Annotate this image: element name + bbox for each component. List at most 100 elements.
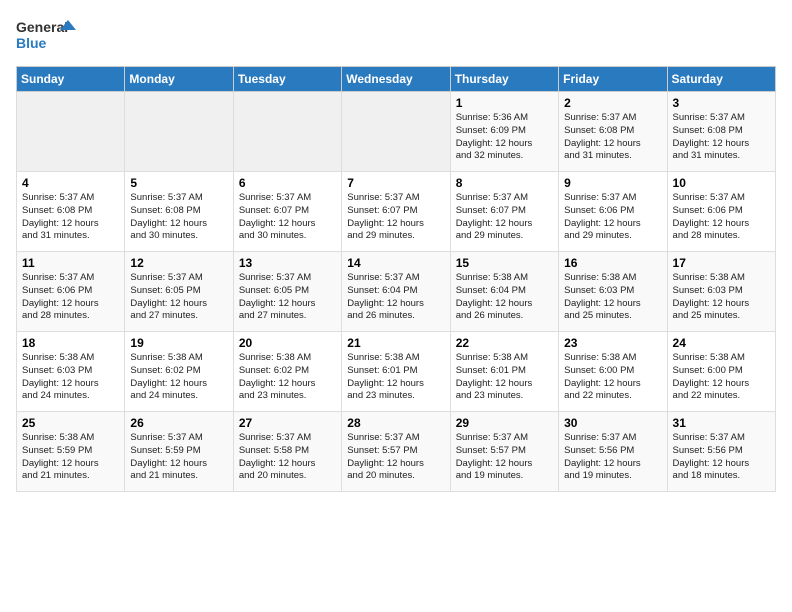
day-info: Sunrise: 5:38 AM Sunset: 5:59 PM Dayligh… xyxy=(22,432,119,483)
day-number: 23 xyxy=(564,336,661,350)
day-info: Sunrise: 5:37 AM Sunset: 5:57 PM Dayligh… xyxy=(347,432,444,483)
day-number: 13 xyxy=(239,256,336,270)
day-info: Sunrise: 5:38 AM Sunset: 6:03 PM Dayligh… xyxy=(673,272,770,323)
day-info: Sunrise: 5:38 AM Sunset: 6:01 PM Dayligh… xyxy=(456,352,553,403)
calendar-cell: 15 Sunrise: 5:38 AM Sunset: 6:04 PM Dayli… xyxy=(450,252,558,332)
calendar-cell: 11 Sunrise: 5:37 AM Sunset: 6:06 PM Dayli… xyxy=(17,252,125,332)
day-info: Sunrise: 5:37 AM Sunset: 6:07 PM Dayligh… xyxy=(347,192,444,243)
calendar-cell: 18 Sunrise: 5:38 AM Sunset: 6:03 PM Dayli… xyxy=(17,332,125,412)
day-info: Sunrise: 5:38 AM Sunset: 6:01 PM Dayligh… xyxy=(347,352,444,403)
day-number: 29 xyxy=(456,416,553,430)
calendar-cell xyxy=(233,92,341,172)
day-info: Sunrise: 5:38 AM Sunset: 6:02 PM Dayligh… xyxy=(239,352,336,403)
calendar-cell: 17 Sunrise: 5:38 AM Sunset: 6:03 PM Dayli… xyxy=(667,252,775,332)
day-number: 27 xyxy=(239,416,336,430)
calendar-cell: 30 Sunrise: 5:37 AM Sunset: 5:56 PM Dayli… xyxy=(559,412,667,492)
day-number: 1 xyxy=(456,96,553,110)
calendar-cell: 6 Sunrise: 5:37 AM Sunset: 6:07 PM Daylig… xyxy=(233,172,341,252)
day-number: 10 xyxy=(673,176,770,190)
weekday-header-tuesday: Tuesday xyxy=(233,67,341,92)
day-number: 9 xyxy=(564,176,661,190)
calendar-cell: 13 Sunrise: 5:37 AM Sunset: 6:05 PM Dayli… xyxy=(233,252,341,332)
logo: General Blue xyxy=(16,16,76,56)
day-info: Sunrise: 5:37 AM Sunset: 6:08 PM Dayligh… xyxy=(130,192,227,243)
day-info: Sunrise: 5:37 AM Sunset: 5:58 PM Dayligh… xyxy=(239,432,336,483)
day-info: Sunrise: 5:38 AM Sunset: 6:03 PM Dayligh… xyxy=(564,272,661,323)
calendar-week-row: 1 Sunrise: 5:36 AM Sunset: 6:09 PM Daylig… xyxy=(17,92,776,172)
day-number: 26 xyxy=(130,416,227,430)
day-number: 21 xyxy=(347,336,444,350)
calendar-cell: 29 Sunrise: 5:37 AM Sunset: 5:57 PM Dayli… xyxy=(450,412,558,492)
weekday-header-wednesday: Wednesday xyxy=(342,67,450,92)
day-info: Sunrise: 5:37 AM Sunset: 6:08 PM Dayligh… xyxy=(22,192,119,243)
day-info: Sunrise: 5:37 AM Sunset: 6:07 PM Dayligh… xyxy=(239,192,336,243)
day-number: 28 xyxy=(347,416,444,430)
day-info: Sunrise: 5:37 AM Sunset: 6:05 PM Dayligh… xyxy=(239,272,336,323)
calendar-cell: 8 Sunrise: 5:37 AM Sunset: 6:07 PM Daylig… xyxy=(450,172,558,252)
calendar-cell: 7 Sunrise: 5:37 AM Sunset: 6:07 PM Daylig… xyxy=(342,172,450,252)
day-number: 17 xyxy=(673,256,770,270)
weekday-header-friday: Friday xyxy=(559,67,667,92)
day-number: 24 xyxy=(673,336,770,350)
day-info: Sunrise: 5:37 AM Sunset: 6:08 PM Dayligh… xyxy=(673,112,770,163)
weekday-header-thursday: Thursday xyxy=(450,67,558,92)
calendar-week-row: 11 Sunrise: 5:37 AM Sunset: 6:06 PM Dayli… xyxy=(17,252,776,332)
calendar-week-row: 25 Sunrise: 5:38 AM Sunset: 5:59 PM Dayli… xyxy=(17,412,776,492)
day-number: 15 xyxy=(456,256,553,270)
day-info: Sunrise: 5:37 AM Sunset: 6:05 PM Dayligh… xyxy=(130,272,227,323)
day-number: 14 xyxy=(347,256,444,270)
calendar-cell: 10Sunrise: 5:37 AM Sunset: 6:06 PM Dayli… xyxy=(667,172,775,252)
day-number: 6 xyxy=(239,176,336,190)
day-info: Sunrise: 5:37 AM Sunset: 5:57 PM Dayligh… xyxy=(456,432,553,483)
day-info: Sunrise: 5:37 AM Sunset: 6:08 PM Dayligh… xyxy=(564,112,661,163)
calendar-cell: 14 Sunrise: 5:37 AM Sunset: 6:04 PM Dayli… xyxy=(342,252,450,332)
day-info: Sunrise: 5:38 AM Sunset: 6:02 PM Dayligh… xyxy=(130,352,227,403)
page-header: General Blue xyxy=(16,16,776,56)
day-info: Sunrise: 5:37 AM Sunset: 6:06 PM Dayligh… xyxy=(564,192,661,243)
logo-svg: General Blue xyxy=(16,16,76,56)
calendar-cell: 31Sunrise: 5:37 AM Sunset: 5:56 PM Dayli… xyxy=(667,412,775,492)
day-number: 7 xyxy=(347,176,444,190)
day-number: 19 xyxy=(130,336,227,350)
calendar-week-row: 4 Sunrise: 5:37 AM Sunset: 6:08 PM Daylig… xyxy=(17,172,776,252)
calendar-cell: 19 Sunrise: 5:38 AM Sunset: 6:02 PM Dayli… xyxy=(125,332,233,412)
day-info: Sunrise: 5:38 AM Sunset: 6:00 PM Dayligh… xyxy=(673,352,770,403)
day-number: 18 xyxy=(22,336,119,350)
day-info: Sunrise: 5:37 AM Sunset: 6:07 PM Dayligh… xyxy=(456,192,553,243)
calendar-cell: 22 Sunrise: 5:38 AM Sunset: 6:01 PM Dayli… xyxy=(450,332,558,412)
day-number: 16 xyxy=(564,256,661,270)
day-number: 22 xyxy=(456,336,553,350)
day-number: 25 xyxy=(22,416,119,430)
day-number: 5 xyxy=(130,176,227,190)
calendar-cell xyxy=(342,92,450,172)
calendar-cell xyxy=(17,92,125,172)
day-info: Sunrise: 5:38 AM Sunset: 6:04 PM Dayligh… xyxy=(456,272,553,323)
calendar-cell: 28 Sunrise: 5:37 AM Sunset: 5:57 PM Dayli… xyxy=(342,412,450,492)
weekday-header-sunday: Sunday xyxy=(17,67,125,92)
calendar-cell: 4 Sunrise: 5:37 AM Sunset: 6:08 PM Daylig… xyxy=(17,172,125,252)
day-info: Sunrise: 5:36 AM Sunset: 6:09 PM Dayligh… xyxy=(456,112,553,163)
calendar-cell: 12 Sunrise: 5:37 AM Sunset: 6:05 PM Dayli… xyxy=(125,252,233,332)
calendar-cell: 24 Sunrise: 5:38 AM Sunset: 6:00 PM Dayli… xyxy=(667,332,775,412)
calendar-cell: 9 Sunrise: 5:37 AM Sunset: 6:06 PM Daylig… xyxy=(559,172,667,252)
calendar-cell: 20Sunrise: 5:38 AM Sunset: 6:02 PM Dayli… xyxy=(233,332,341,412)
day-info: Sunrise: 5:38 AM Sunset: 6:00 PM Dayligh… xyxy=(564,352,661,403)
svg-text:Blue: Blue xyxy=(16,35,47,51)
day-number: 2 xyxy=(564,96,661,110)
day-info: Sunrise: 5:37 AM Sunset: 6:06 PM Dayligh… xyxy=(22,272,119,323)
day-number: 11 xyxy=(22,256,119,270)
weekday-header-row: SundayMondayTuesdayWednesdayThursdayFrid… xyxy=(17,67,776,92)
day-info: Sunrise: 5:37 AM Sunset: 5:56 PM Dayligh… xyxy=(564,432,661,483)
day-number: 30 xyxy=(564,416,661,430)
day-info: Sunrise: 5:37 AM Sunset: 6:04 PM Dayligh… xyxy=(347,272,444,323)
calendar-cell: 2 Sunrise: 5:37 AM Sunset: 6:08 PM Daylig… xyxy=(559,92,667,172)
calendar-cell: 25 Sunrise: 5:38 AM Sunset: 5:59 PM Dayli… xyxy=(17,412,125,492)
day-number: 12 xyxy=(130,256,227,270)
calendar-cell: 21 Sunrise: 5:38 AM Sunset: 6:01 PM Dayli… xyxy=(342,332,450,412)
calendar-week-row: 18 Sunrise: 5:38 AM Sunset: 6:03 PM Dayli… xyxy=(17,332,776,412)
calendar-cell: 27 Sunrise: 5:37 AM Sunset: 5:58 PM Dayli… xyxy=(233,412,341,492)
day-number: 4 xyxy=(22,176,119,190)
day-number: 3 xyxy=(673,96,770,110)
day-number: 8 xyxy=(456,176,553,190)
day-info: Sunrise: 5:38 AM Sunset: 6:03 PM Dayligh… xyxy=(22,352,119,403)
